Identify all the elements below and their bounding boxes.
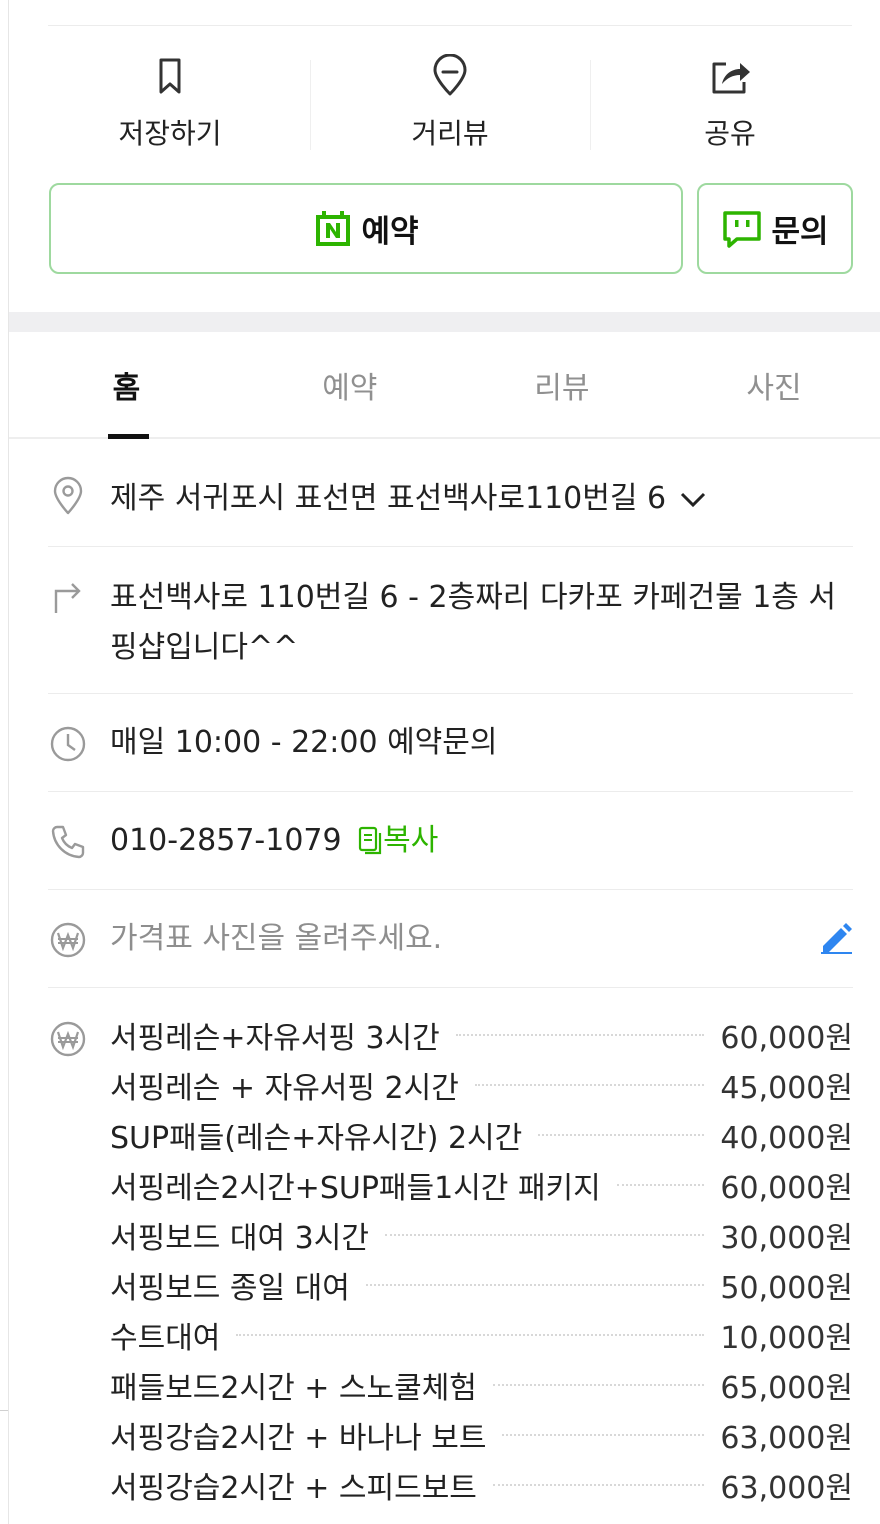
price-item-name: 서핑강습2시간 + 스피드보트 [110, 1471, 477, 1506]
price-item: 서핑강습2시간 + 바나나 보트 63,000원 [110, 1410, 853, 1460]
address-text: 제주 서귀포시 표선면 표선백사로110번길 6 [110, 481, 667, 516]
reserve-label: 예약 [361, 214, 419, 250]
price-item-name: SUP패들(레슨+자유시간) 2시간 [110, 1121, 523, 1156]
price-item-value: 63,000원 [720, 1471, 853, 1506]
price-item-name: 서핑보드 대여 3시간 [110, 1221, 369, 1256]
price-photo-row[interactable]: 가격표 사진을 올려주세요. [48, 890, 853, 988]
frame-border [8, 0, 9, 1524]
price-item: 서핑레슨 + 자유서핑 2시간 45,000원 [110, 1060, 853, 1110]
location-pin-icon [433, 54, 467, 96]
save-label: 저장하기 [118, 117, 222, 150]
naver-booking-icon [316, 210, 351, 246]
price-item-value: 10,000원 [720, 1321, 853, 1356]
price-item: 서핑레슨2시간+SUP패들1시간 패키지 60,000원 [110, 1160, 853, 1210]
price-item-value: 60,000원 [720, 1021, 853, 1056]
save-button[interactable]: 저장하기 [30, 46, 310, 156]
price-item-name: 서핑레슨+자유서핑 3시간 [110, 1021, 440, 1056]
street-view-button[interactable]: 거리뷰 [310, 46, 590, 156]
chevron-down-icon[interactable] [680, 492, 706, 508]
directions-row: 표선백사로 110번길 6 - 2층짜리 다카포 카페건물 1층 서핑샵입니다^… [48, 547, 853, 694]
price-item: SUP패들(레슨+자유시간) 2시간 40,000원 [110, 1110, 853, 1160]
phone-icon [51, 825, 85, 859]
price-item-name: 서핑강습2시간 + 바나나 보트 [110, 1421, 487, 1456]
leader-dots [492, 1484, 705, 1486]
price-item-value: 45,000원 [720, 1071, 853, 1106]
price-item-value: 50,000원 [720, 1271, 853, 1306]
turn-arrow-icon [54, 583, 81, 613]
price-item-name: 서핑보드 종일 대여 [110, 1271, 350, 1306]
tab-photos[interactable]: 사진 [668, 332, 880, 437]
section-separator [9, 312, 880, 332]
location-pin-icon [53, 476, 83, 515]
divider [48, 25, 852, 26]
price-item-value: 60,000원 [720, 1171, 853, 1206]
price-item: 수트대여 10,000원 [110, 1310, 853, 1360]
hours-text: 매일 10:00 - 22:00 예약문의 [110, 725, 498, 760]
reserve-button[interactable]: 예약 [49, 183, 683, 274]
bookmark-icon [159, 58, 181, 94]
action-bar: 저장하기 거리뷰 공유 [30, 46, 870, 156]
price-items: 서핑레슨+자유서핑 3시간 60,000원 서핑레슨 + 자유서핑 2시간 45,0… [110, 1010, 853, 1510]
street-view-label: 거리뷰 [411, 117, 489, 150]
address-row[interactable]: 제주 서귀포시 표선면 표선백사로110번길 6 [48, 458, 853, 547]
copy-label: 복사 [383, 823, 439, 858]
leader-dots [538, 1134, 705, 1136]
directions-text: 표선백사로 110번길 6 - 2층짜리 다카포 카페건물 1층 서핑샵입니다^… [110, 580, 837, 665]
price-item-name: 서핑레슨2시간+SUP패들1시간 패키지 [110, 1171, 601, 1206]
price-item-value: 30,000원 [720, 1221, 853, 1256]
leader-dots [474, 1084, 705, 1086]
price-item-name: 서핑레슨 + 자유서핑 2시간 [110, 1071, 459, 1106]
clock-icon [50, 726, 86, 762]
tab-bar: 홈 예약 리뷰 사진 [9, 332, 880, 439]
leader-dots [365, 1284, 705, 1286]
leader-dots [502, 1434, 705, 1436]
share-label: 공유 [704, 117, 756, 150]
tab-home[interactable]: 홈 [9, 332, 244, 439]
won-icon [50, 922, 86, 958]
price-item: 패들보드2시간 + 스노쿨체험 65,000원 [110, 1360, 853, 1410]
won-icon [50, 1021, 86, 1057]
leader-dots [616, 1184, 705, 1186]
tab-reviews[interactable]: 리뷰 [456, 332, 668, 437]
price-item: 서핑강습2시간 + 스피드보트 63,000원 [110, 1460, 853, 1510]
price-item-value: 63,000원 [720, 1421, 853, 1456]
leader-dots [236, 1334, 705, 1336]
edge-mark [0, 1410, 8, 1411]
price-item-value: 65,000원 [720, 1371, 853, 1406]
inquiry-button[interactable]: 문의 [697, 183, 853, 274]
copy-button[interactable]: 복사 [357, 823, 438, 858]
leader-dots [455, 1034, 705, 1036]
price-item: 서핑보드 대여 3시간 30,000원 [110, 1210, 853, 1260]
copy-icon [359, 826, 382, 855]
tab-reservation[interactable]: 예약 [244, 332, 456, 437]
price-item-name: 수트대여 [110, 1321, 221, 1356]
share-button[interactable]: 공유 [590, 46, 870, 156]
phone-row: 010-2857-1079 복사 [48, 792, 853, 890]
inquiry-label: 문의 [771, 214, 829, 250]
chat-icon [723, 210, 762, 248]
hours-row: 매일 10:00 - 22:00 예약문의 [48, 694, 853, 792]
price-item: 서핑보드 종일 대여 50,000원 [110, 1260, 853, 1310]
leader-dots [384, 1234, 705, 1236]
price-item-value: 40,000원 [720, 1121, 853, 1156]
price-item: 서핑레슨+자유서핑 3시간 60,000원 [110, 1010, 853, 1060]
pencil-icon[interactable] [819, 920, 853, 954]
share-icon [712, 62, 750, 94]
price-item-name: 패들보드2시간 + 스노쿨체험 [110, 1371, 477, 1406]
phone-number[interactable]: 010-2857-1079 [110, 823, 342, 858]
price-photo-prompt: 가격표 사진을 올려주세요. [110, 921, 443, 956]
leader-dots [492, 1384, 705, 1386]
